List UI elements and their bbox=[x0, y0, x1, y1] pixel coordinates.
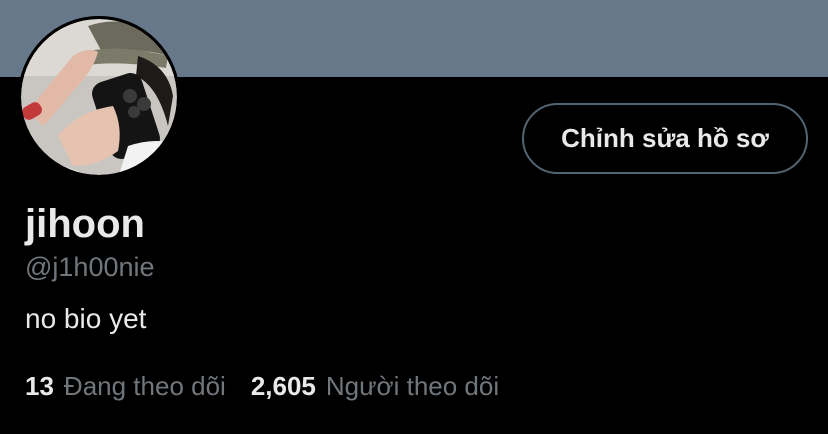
follow-stats: 13 Đang theo dõi 2,605 Người theo dõi bbox=[25, 368, 524, 404]
followers-link[interactable]: 2,605 Người theo dõi bbox=[251, 368, 499, 404]
user-handle: @j1h00nie bbox=[25, 252, 155, 282]
following-link[interactable]: 13 Đang theo dõi bbox=[25, 368, 226, 404]
following-count: 13 bbox=[25, 371, 54, 401]
bio-text: no bio yet bbox=[25, 303, 147, 334]
avatar[interactable] bbox=[18, 16, 180, 178]
profile-photo-icon bbox=[18, 16, 180, 178]
display-name: jihoon bbox=[25, 202, 145, 246]
edit-profile-button[interactable]: Chỉnh sửa hồ sơ bbox=[522, 103, 808, 174]
following-label: Đang theo dõi bbox=[63, 371, 226, 401]
followers-label: Người theo dõi bbox=[325, 371, 500, 401]
followers-count: 2,605 bbox=[250, 371, 316, 401]
